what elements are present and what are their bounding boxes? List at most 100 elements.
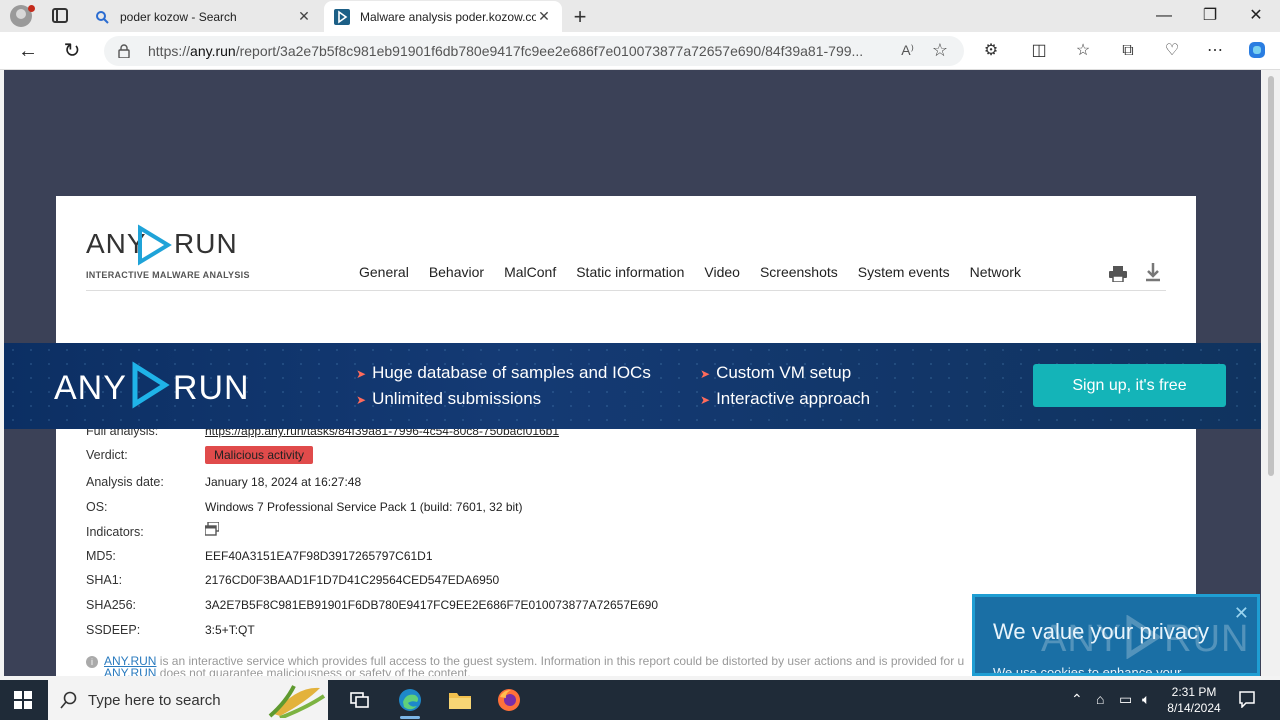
clock-time: 2:31 PM (1171, 685, 1217, 699)
row-value: January 18, 2024 at 16:27:48 (205, 475, 362, 489)
verdict-badge: Malicious activity (205, 446, 314, 464)
play-icon (132, 361, 170, 409)
close-icon[interactable]: ✕ (1234, 603, 1249, 624)
taskbar-clock[interactable]: 2:31 PM 8/14/2024 (1158, 684, 1230, 716)
row-key: MD5: (86, 549, 116, 563)
meet-now-icon[interactable]: ⌂ (1096, 691, 1104, 707)
nav-video[interactable]: Video (704, 264, 740, 280)
search-icon (94, 9, 110, 25)
clock-date: 8/14/2024 (1167, 701, 1221, 715)
feature-1: ➤ Huge database of samples and IOCs (356, 363, 651, 383)
volume-icon[interactable]: 🔈︎ (1142, 691, 1150, 708)
search-icon (60, 691, 77, 709)
notice-text-2: does not guarantee maliciousness or safe… (156, 666, 471, 676)
promo-banner: ANY RUN ➤ Huge database of samples and IOC… (4, 343, 1261, 429)
row-key: OS: (86, 500, 108, 514)
lock-icon (118, 44, 130, 58)
extensions-icon[interactable]: ⚙ (980, 40, 1002, 62)
row-key: Indicators: (86, 525, 144, 539)
windows-taskbar: Type here to search ⌃ ⌂ ▭ 🔈︎ 2:31 PM 8/1… (0, 680, 1280, 720)
page-content: ANY RUN INTERACTIVE MALWARE ANALYSIS Gen… (4, 70, 1261, 676)
windows-start-icon[interactable] (14, 691, 32, 709)
url-domain: any.run (190, 43, 236, 59)
close-icon[interactable]: ✕ (536, 8, 552, 25)
anyrun-link-2[interactable]: ANY.RUN (104, 666, 156, 676)
play-icon (138, 224, 172, 266)
nav-general[interactable]: General (359, 264, 409, 280)
feature-text: Interactive approach (716, 389, 871, 408)
search-placeholder: Type here to search (88, 691, 221, 709)
close-window-icon[interactable]: ✕ (1246, 6, 1266, 26)
info-icon: i (86, 656, 98, 668)
nav-screenshots[interactable]: Screenshots (760, 264, 838, 280)
banner-logo: ANY RUN (54, 361, 250, 409)
cookie-text: We use cookies to enhance your (993, 665, 1182, 676)
split-screen-icon[interactable]: ◫ (1028, 40, 1050, 62)
address-toolbar: ← ↻ https://any.run/report/3a2e7b5f8c981… (0, 32, 1280, 70)
page-scrollbar[interactable] (1262, 70, 1280, 676)
close-icon[interactable]: ✕ (296, 8, 312, 25)
url-prefix: https:// (148, 43, 191, 59)
tab-malware-analysis[interactable]: Malware analysis poder.kozow.co ✕ (324, 1, 562, 32)
banner-logo-left: ANY (54, 369, 127, 407)
edge-taskbar-icon[interactable] (396, 686, 424, 719)
back-arrow-icon[interactable]: ← (16, 39, 40, 63)
row-key: SSDEEP: (86, 623, 141, 637)
read-aloud-icon[interactable]: A⁾ (901, 42, 914, 59)
anyrun-logo[interactable]: ANY RUN INTERACTIVE MALWARE ANALYSIS (86, 224, 249, 284)
new-tab-icon[interactable]: + (569, 4, 591, 30)
url-bar[interactable]: https://any.run/report/3a2e7b5f8c981eb91… (104, 36, 964, 66)
banner-logo-right: RUN (172, 369, 250, 407)
feature-2: ➤ Unlimited submissions (356, 389, 541, 409)
download-icon[interactable] (1145, 262, 1161, 282)
file-explorer-icon[interactable] (446, 686, 474, 714)
feature-4: ➤ Interactive approach (700, 389, 870, 409)
tab-actions-icon[interactable] (52, 8, 68, 23)
chevron-up-icon[interactable]: ⌃ (1071, 691, 1083, 708)
cookie-popup: ANY RUN We value your privacy We use cook… (972, 594, 1260, 676)
tab-search[interactable]: poder kozow - Search ✕ (84, 1, 322, 32)
logo-text-right: RUN (174, 228, 238, 259)
collections-icon[interactable]: ⧉ (1117, 40, 1139, 62)
row-key: Verdict: (86, 448, 128, 462)
tab-label: poder kozow - Search (120, 9, 237, 24)
row-value: 2176CD0F3BAAD1F1D7D41C29564CED547EDA6950 (205, 573, 500, 587)
refresh-icon[interactable]: ↻ (60, 39, 84, 63)
feature-text: Custom VM setup (716, 363, 852, 382)
nav-malconf[interactable]: MalConf (504, 264, 556, 280)
notification-center-icon[interactable] (1238, 690, 1256, 708)
signup-button[interactable]: Sign up, it's free (1033, 364, 1226, 407)
profile-notification-dot (28, 5, 35, 12)
arrow-icon: ➤ (356, 393, 367, 407)
corn-illustration-icon (268, 685, 326, 718)
print-icon[interactable] (1109, 266, 1127, 282)
nav-behavior[interactable]: Behavior (429, 264, 484, 280)
cookie-title: We value your privacy (993, 619, 1210, 644)
indicator-window-icon[interactable] (204, 521, 220, 539)
url-text[interactable]: https://any.run/report/3a2e7b5f8c981eb91… (148, 43, 863, 59)
url-path: /report/3a2e7b5f8c981eb91901f6db780e9417… (235, 43, 864, 59)
row-value: 3:5+T:QT (205, 623, 255, 637)
nav-network[interactable]: Network (970, 264, 1021, 280)
nav-divider (86, 290, 1166, 291)
favorites-icon[interactable]: ☆ (1072, 40, 1094, 62)
minimize-icon[interactable]: — (1154, 6, 1174, 26)
more-menu-icon[interactable]: ⋯ (1204, 40, 1226, 62)
arrow-icon: ➤ (356, 367, 367, 381)
browser-essentials-icon[interactable]: ♡ (1161, 40, 1183, 62)
taskbar-search[interactable]: Type here to search (48, 680, 328, 720)
row-key: SHA256: (86, 598, 137, 612)
firefox-icon[interactable] (495, 686, 523, 714)
network-icon[interactable]: ▭ (1119, 691, 1132, 708)
disclaimer-notice: i ANY.RUN is an interactive service which… (86, 654, 964, 676)
feature-3: ➤ Custom VM setup (700, 363, 851, 383)
favorite-star-icon[interactable]: ☆ (932, 40, 948, 61)
nav-static-information[interactable]: Static information (576, 264, 684, 280)
nav-system-events[interactable]: System events (858, 264, 950, 280)
task-view-icon[interactable] (346, 686, 374, 714)
copilot-icon[interactable] (1246, 40, 1268, 62)
browser-titlebar: poder kozow - Search ✕ Malware analysis … (0, 0, 1280, 32)
restore-icon[interactable]: ❐ (1200, 6, 1220, 26)
arrow-icon: ➤ (700, 367, 711, 381)
row-key: SHA1: (86, 573, 123, 587)
